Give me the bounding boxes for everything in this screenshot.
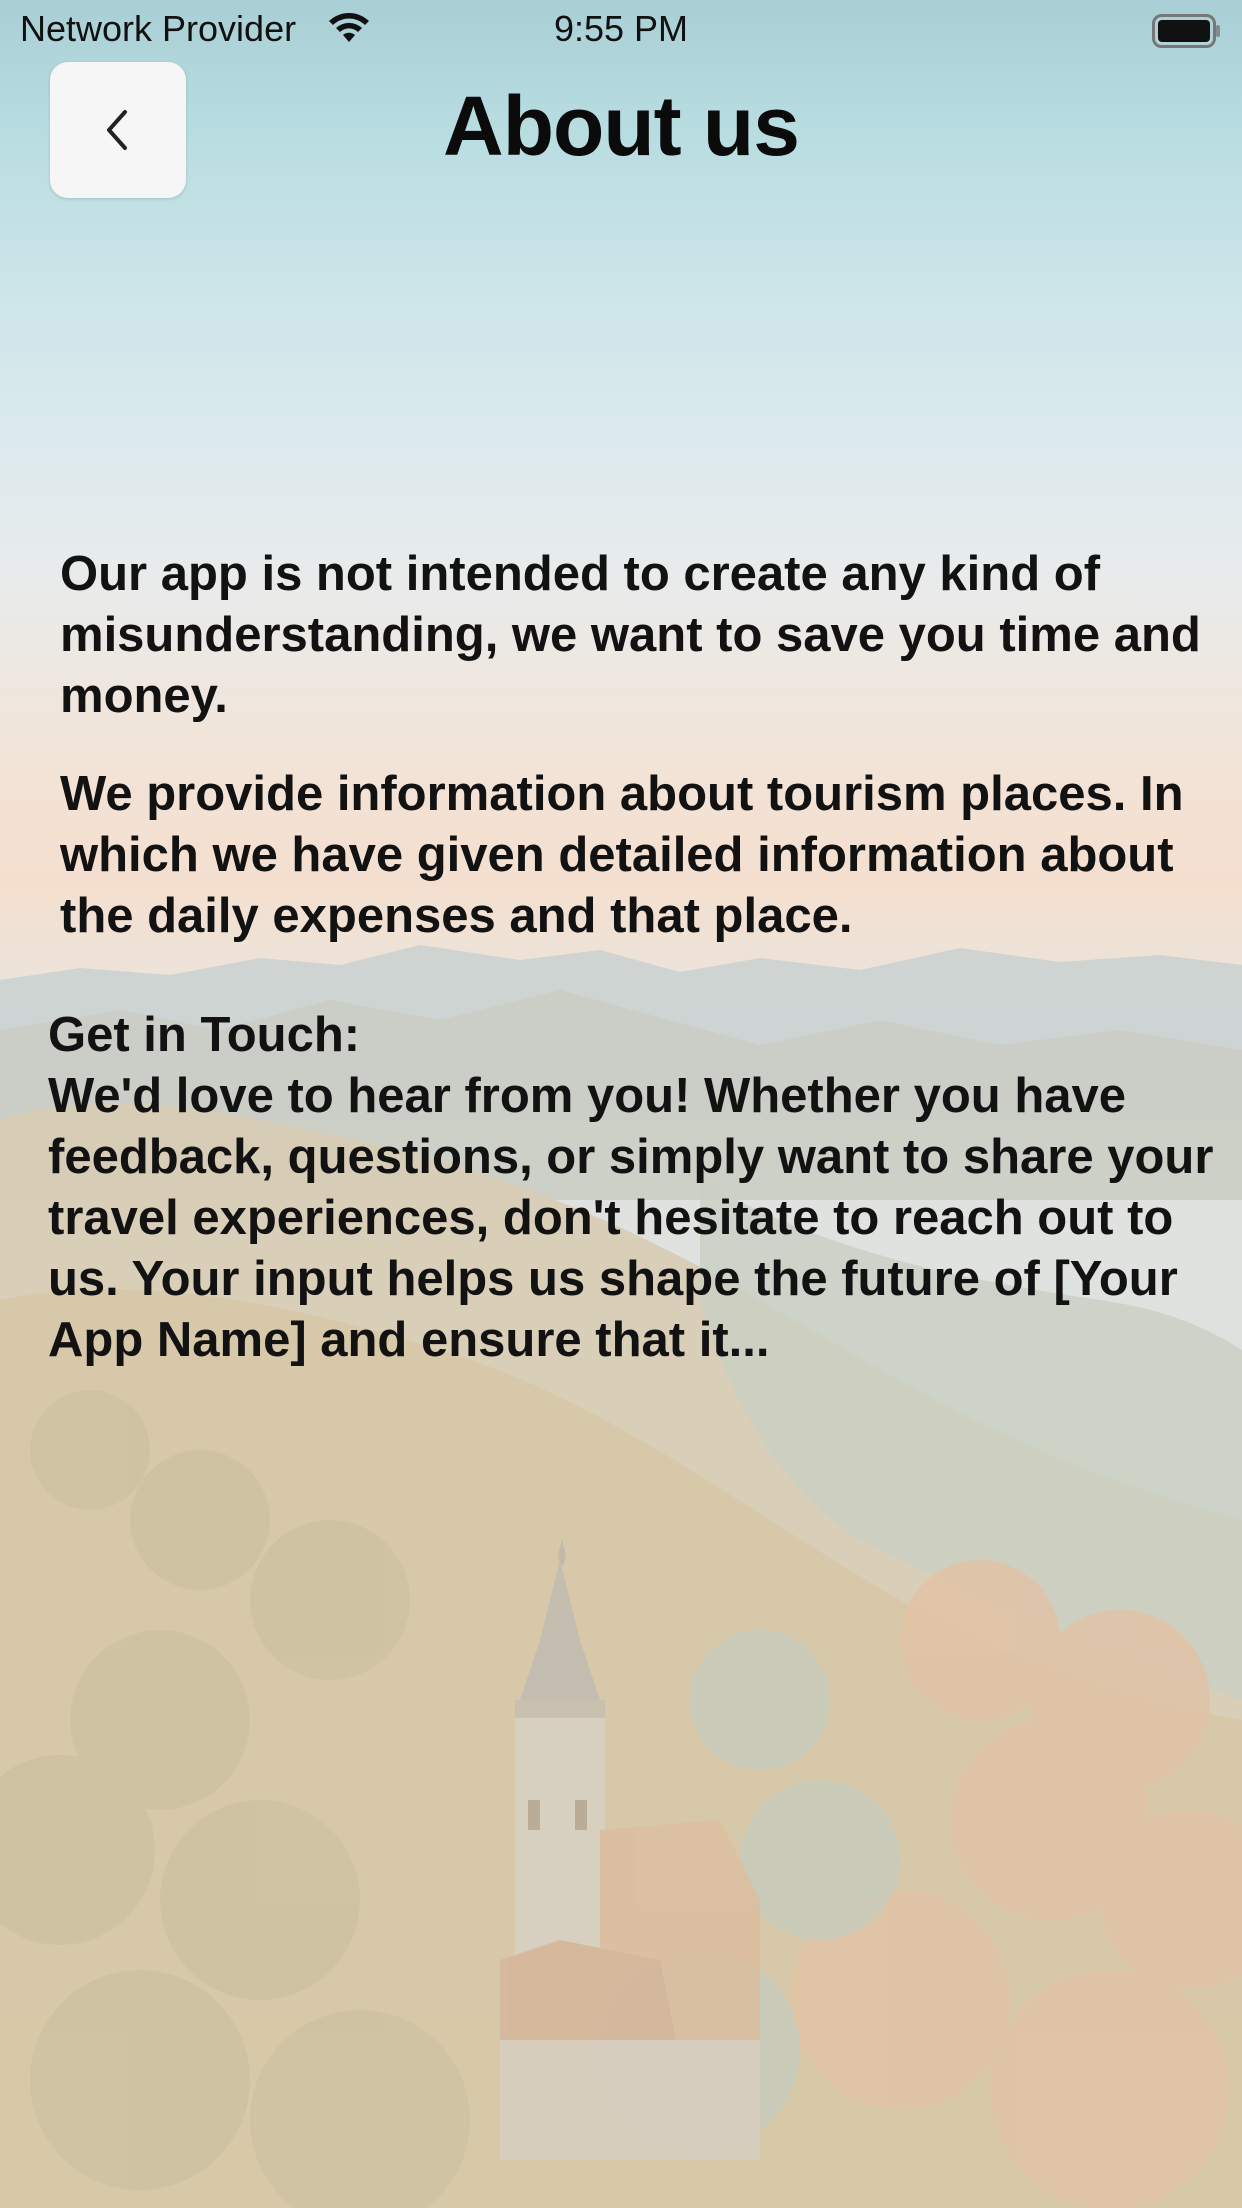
info-paragraph: We provide information about tourism pla…: [60, 767, 1184, 943]
contact-heading: Get in Touch:: [48, 1008, 361, 1062]
status-bar: Network Provider 9:55 PM: [0, 0, 1242, 62]
status-time: 9:55 PM: [553, 8, 689, 49]
intro-paragraph: Our app is not intended to create any ki…: [60, 547, 1201, 723]
page-title: About us: [443, 79, 800, 173]
contact-paragraph: We'd love to hear from you! Whether you …: [48, 1069, 1214, 1367]
battery-full-icon: [1152, 14, 1220, 48]
